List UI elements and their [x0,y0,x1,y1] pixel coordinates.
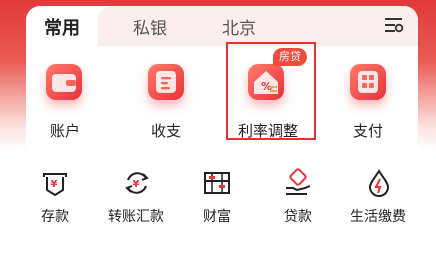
list-icon [148,64,184,100]
sub-item-label: 存款 [41,209,69,225]
svg-text:¥: ¥ [51,179,58,190]
abacus-icon [202,168,232,198]
loan-icon [283,168,313,198]
sub-item-label: 财富 [203,209,231,225]
tab-private-banking[interactable]: 私银 [133,14,167,39]
qr-pay-icon [350,64,386,100]
main-item-label: 支付 [353,122,384,140]
transfer-icon: ¥ [122,168,152,198]
sub-item-label: 生活缴费 [350,209,406,225]
sub-item-label: 贷款 [284,209,312,225]
sub-item-label: 转账汇款 [108,209,164,225]
mortgage-badge: 房贷 [273,48,307,66]
svg-text:¥: ¥ [133,179,140,190]
utility-icon [364,168,394,198]
tab-common[interactable]: 常用 [44,14,80,40]
filter-icon[interactable] [384,16,404,34]
tab-beijing[interactable]: 北京 [222,14,256,39]
tab-bar: 常用 私银 北京 [26,0,418,50]
wallet-icon [46,64,82,100]
main-item-label: 账户 [50,122,81,140]
deposit-icon: ¥ [40,168,70,198]
main-item-label: 收支 [151,122,182,140]
